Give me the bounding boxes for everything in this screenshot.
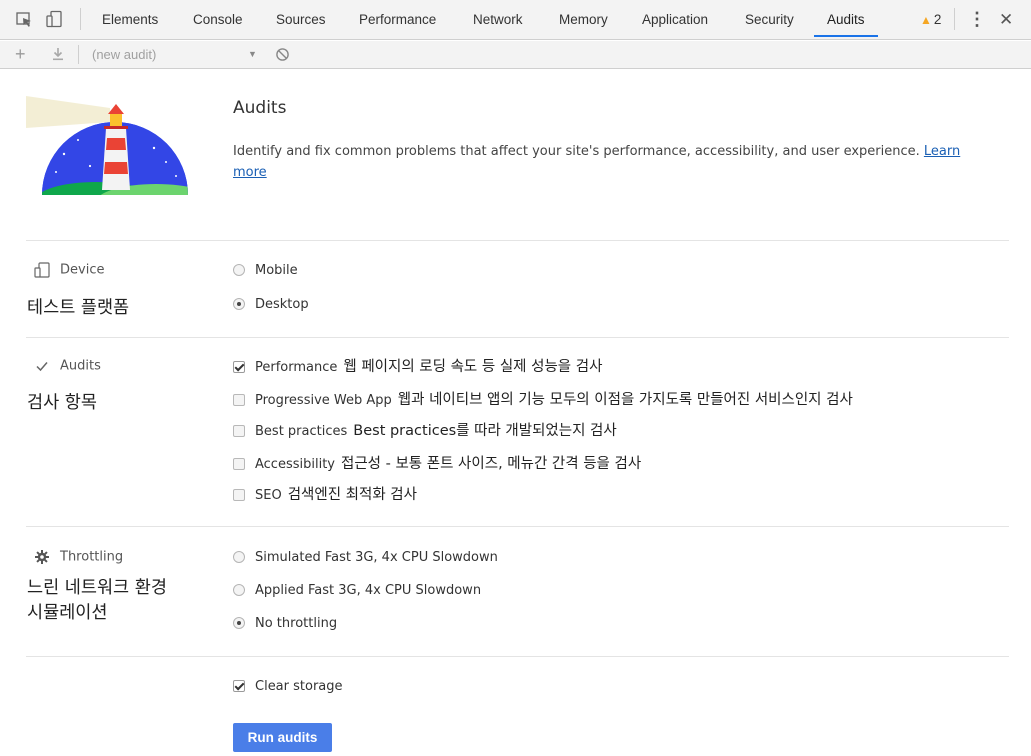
tab-application[interactable]: Application: [642, 0, 708, 40]
tab-memory[interactable]: Memory: [559, 0, 608, 40]
device-toolbar-icon[interactable]: [45, 10, 63, 28]
device-section-label: Device: [34, 262, 104, 278]
tab-elements[interactable]: Elements: [102, 0, 158, 40]
audit-item-seo[interactable]: SEO 검색엔진 최적화 검사: [233, 485, 417, 505]
audit-report-select[interactable]: (new audit): [92, 41, 156, 68]
option-label: Desktop: [255, 297, 309, 312]
tab-audits[interactable]: Audits: [814, 0, 877, 40]
lighthouse-logo: [26, 96, 188, 195]
warning-icon: ▲: [920, 13, 932, 27]
audit-item-label: Best practices: [255, 424, 348, 439]
toolbar-divider: [78, 45, 79, 64]
throttling-option-applied[interactable]: Applied Fast 3G, 4x CPU Slowdown: [233, 581, 481, 601]
gear-icon: [35, 550, 49, 564]
devtools-tab-bar: Elements Console Sources Performance Net…: [0, 0, 1031, 40]
checkbox[interactable]: [233, 424, 245, 437]
inspect-element-icon[interactable]: [15, 10, 33, 28]
audits-description: Identify and fix common problems that af…: [233, 141, 993, 183]
radio-button[interactable]: [233, 583, 245, 596]
device-option-mobile[interactable]: Mobile: [233, 261, 298, 281]
checkbox[interactable]: [233, 457, 245, 470]
section-divider: [26, 240, 1009, 241]
clear-storage-label: Clear storage: [255, 679, 343, 694]
audit-item-label: Performance: [255, 360, 338, 375]
clear-storage-option[interactable]: Clear storage: [233, 677, 343, 697]
audit-item-korean-note: 웹과 네이티브 앱의 기능 모두의 이점을 가지도록 만들어진 서비스인지 검사: [397, 392, 853, 408]
throttling-korean-note-line2: 시뮬레이션: [27, 603, 108, 623]
radio-button[interactable]: [233, 297, 245, 310]
throttling-section-label: Throttling: [34, 549, 123, 565]
throttling-option-simulated[interactable]: Simulated Fast 3G, 4x CPU Slowdown: [233, 548, 498, 568]
clear-all-icon[interactable]: [275, 47, 290, 62]
checkbox[interactable]: [233, 488, 245, 501]
page-title: Audits: [233, 98, 287, 118]
tab-sources[interactable]: Sources: [276, 0, 326, 40]
tab-network[interactable]: Network: [473, 0, 523, 40]
download-report-icon[interactable]: [51, 47, 65, 61]
more-options-icon[interactable]: ⋮: [968, 0, 986, 40]
checkbox[interactable]: [233, 360, 245, 373]
checkmark-icon: [36, 362, 48, 372]
option-label: Applied Fast 3G, 4x CPU Slowdown: [255, 583, 482, 598]
option-label: Simulated Fast 3G, 4x CPU Slowdown: [255, 550, 498, 565]
device-option-desktop[interactable]: Desktop: [233, 295, 309, 315]
audit-item-label: Accessibility: [255, 457, 335, 472]
chevron-down-icon[interactable]: ▼: [248, 41, 257, 68]
close-icon[interactable]: ✕: [999, 0, 1013, 40]
audits-toolbar: + (new audit) ▼: [0, 41, 1031, 69]
audit-item-korean-note: 웹 페이지의 로딩 속도 등 실제 성능을 검사: [343, 359, 603, 375]
warnings-indicator[interactable]: ▲ 2: [920, 0, 941, 40]
option-label: No throttling: [255, 616, 338, 631]
new-audit-plus-icon[interactable]: +: [15, 43, 26, 65]
tab-console[interactable]: Console: [193, 0, 243, 40]
tab-security[interactable]: Security: [745, 0, 794, 40]
toolbar-divider: [80, 8, 81, 30]
audit-item-performance[interactable]: Performance 웹 페이지의 로딩 속도 등 실제 성능을 검사: [233, 357, 602, 377]
toolbar-divider: [954, 8, 955, 30]
section-divider: [26, 526, 1009, 527]
throttling-label: Throttling: [60, 549, 124, 565]
throttling-korean-note-line1: 느린 네트워크 환경: [27, 578, 167, 598]
radio-button[interactable]: [233, 616, 245, 629]
run-audits-button[interactable]: Run audits: [233, 723, 332, 752]
audits-korean-note: 검사 항목: [27, 393, 97, 413]
audit-item-accessibility[interactable]: Accessibility 접근성 - 보통 폰트 사이즈, 메뉴간 간격 등을 …: [233, 454, 641, 474]
device-icon: [34, 262, 50, 278]
throttling-option-none[interactable]: No throttling: [233, 614, 337, 634]
device-korean-note: 테스트 플랫폼: [27, 298, 130, 318]
audit-item-label: Progressive Web App: [255, 393, 392, 408]
checkbox[interactable]: [233, 393, 245, 406]
section-divider: [26, 656, 1009, 657]
description-text: Identify and fix common problems that af…: [233, 144, 924, 159]
option-label: Mobile: [255, 263, 298, 278]
warning-count: 2: [933, 12, 942, 27]
audit-item-korean-note: 접근성 - 보통 폰트 사이즈, 메뉴간 간격 등을 검사: [341, 456, 642, 472]
audit-item-korean-note: Best practices를 따라 개발되었는지 검사: [353, 423, 617, 439]
audits-section-label: Audits: [34, 358, 101, 374]
tab-performance[interactable]: Performance: [359, 0, 436, 40]
audit-item-label: SEO: [255, 488, 282, 503]
audit-item-pwa[interactable]: Progressive Web App 웹과 네이티브 앱의 기능 모두의 이점을…: [233, 390, 853, 410]
device-label: Device: [60, 262, 105, 278]
radio-button[interactable]: [233, 550, 245, 563]
audits-label: Audits: [60, 358, 101, 374]
section-divider: [26, 337, 1009, 338]
audit-item-korean-note: 검색엔진 최적화 검사: [287, 487, 417, 503]
audit-item-best-practices[interactable]: Best practices Best practices를 따라 개발되었는지 …: [233, 421, 617, 441]
radio-button[interactable]: [233, 263, 245, 276]
checkbox[interactable]: [233, 679, 245, 692]
